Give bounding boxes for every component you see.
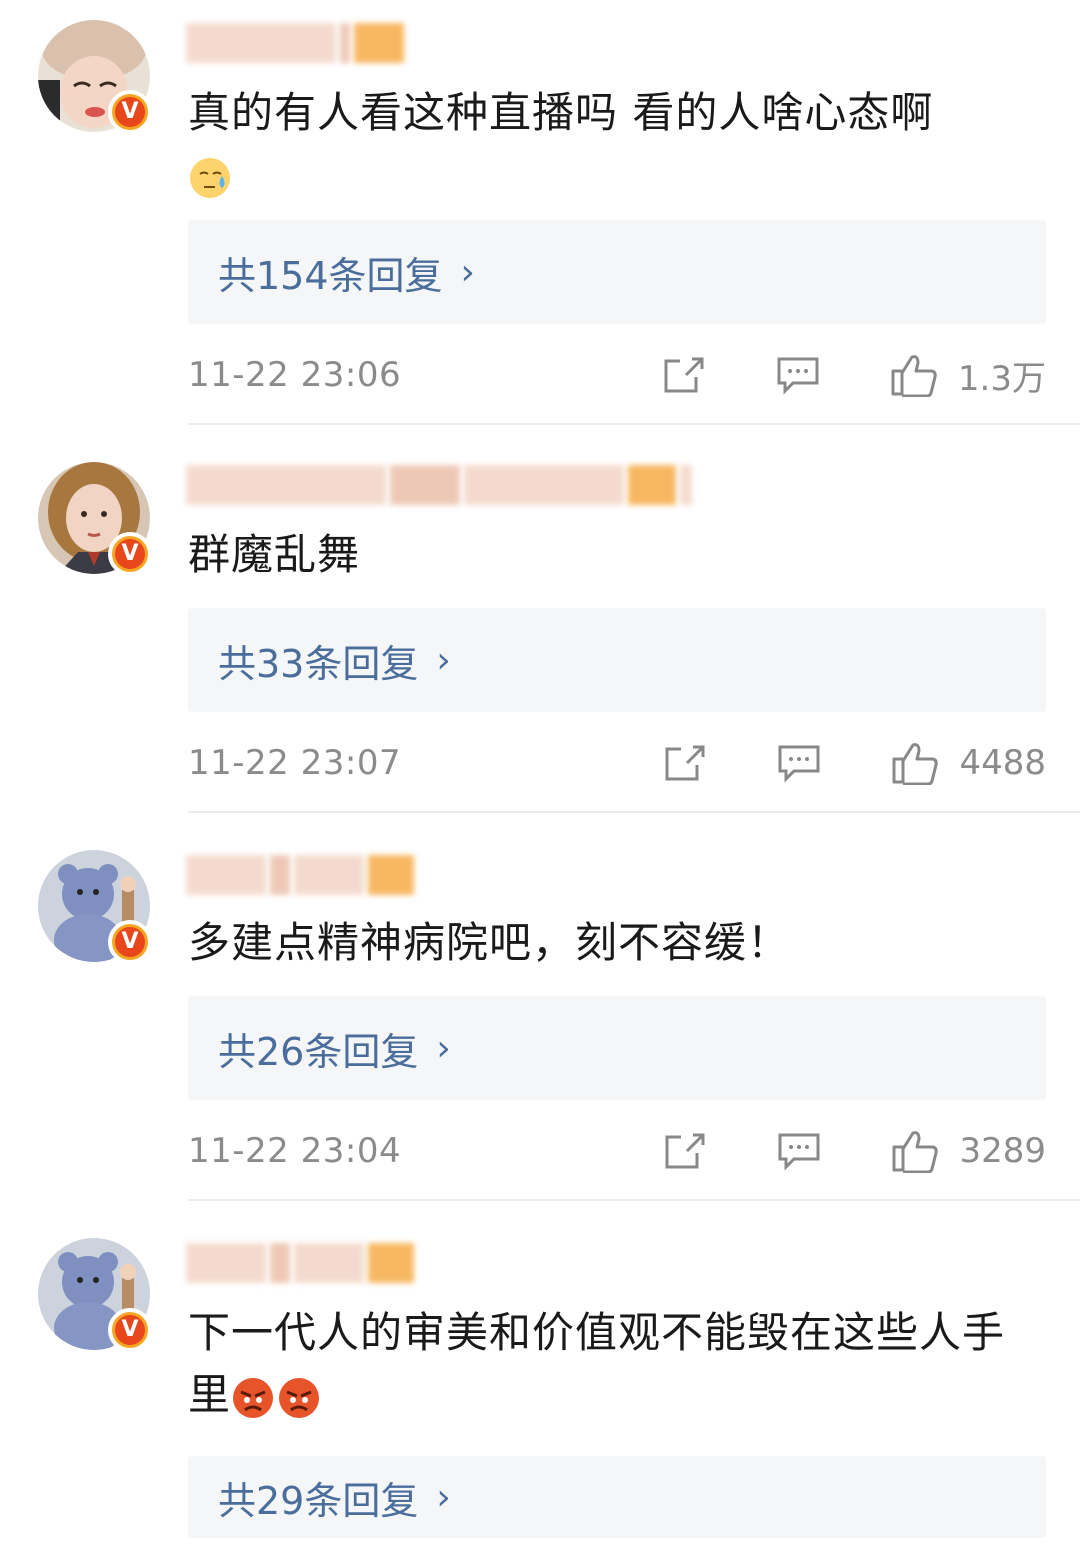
like-count: 3289 bbox=[959, 1131, 1046, 1171]
action-bar: 4488 bbox=[663, 733, 1046, 793]
like-button[interactable]: 1.3万 bbox=[890, 351, 1046, 400]
verified-badge-icon: V bbox=[108, 532, 152, 576]
username-blurred[interactable] bbox=[186, 462, 692, 508]
comment-meta: 11-22 23:07 4488 bbox=[188, 733, 1046, 793]
verified-badge-icon: V bbox=[108, 90, 152, 134]
like-button[interactable]: 4488 bbox=[891, 741, 1046, 785]
verified-badge-icon: V bbox=[108, 1308, 152, 1352]
comment-icon bbox=[777, 357, 819, 395]
share-icon bbox=[664, 357, 704, 393]
comment-button[interactable] bbox=[776, 355, 820, 395]
share-icon bbox=[665, 745, 705, 781]
like-count: 1.3万 bbox=[957, 358, 1046, 399]
like-button[interactable]: 3289 bbox=[891, 1129, 1046, 1173]
comment-icon bbox=[778, 1133, 820, 1171]
thumbs-up-icon bbox=[891, 355, 937, 397]
verified-badge-icon: V bbox=[108, 920, 152, 964]
share-button[interactable] bbox=[662, 355, 706, 395]
angry-emoji-icon bbox=[233, 1377, 274, 1418]
divider bbox=[188, 1199, 1080, 1201]
comment-text: 群魔乱舞 bbox=[188, 530, 361, 579]
comment-meta: 11-22 23:06 1.3万 bbox=[188, 345, 1046, 405]
action-bar: 3289 bbox=[663, 1121, 1046, 1181]
angry-emoji-icon bbox=[279, 1377, 320, 1418]
comment-button[interactable] bbox=[777, 1131, 821, 1171]
share-button[interactable] bbox=[663, 743, 707, 783]
username-blurred[interactable] bbox=[186, 1240, 414, 1286]
comment-text: 下一代人的审美和价值观不能毁在这些人手里 bbox=[188, 1308, 1006, 1419]
divider bbox=[188, 811, 1080, 813]
view-replies-button[interactable]: 共154条回复 › bbox=[188, 220, 1046, 324]
view-replies-button[interactable]: 共29条回复 › bbox=[188, 1456, 1046, 1538]
chevron-right-icon: › bbox=[436, 1476, 451, 1518]
view-replies-button[interactable]: 共26条回复 › bbox=[188, 996, 1046, 1100]
like-count: 4488 bbox=[959, 743, 1046, 783]
timestamp: 11-22 23:06 bbox=[188, 355, 402, 395]
chevron-right-icon: › bbox=[460, 251, 475, 293]
sweat-emoji-icon bbox=[190, 157, 230, 198]
timestamp: 11-22 23:07 bbox=[188, 743, 402, 783]
chevron-right-icon: › bbox=[436, 1027, 451, 1069]
comment-text: 多建点精神病院吧，刻不容缓！ bbox=[188, 918, 791, 967]
comment-text: 真的有人看这种直播吗 看的人啥心态啊 bbox=[188, 82, 1028, 206]
chevron-right-icon: › bbox=[436, 639, 451, 681]
thumbs-up-icon bbox=[892, 743, 939, 785]
username-blurred[interactable] bbox=[186, 852, 414, 898]
share-button[interactable] bbox=[663, 1131, 707, 1171]
comment-icon bbox=[778, 745, 820, 783]
share-icon bbox=[665, 1133, 705, 1169]
comment-button[interactable] bbox=[777, 743, 821, 783]
divider bbox=[188, 423, 1080, 425]
view-replies-button[interactable]: 共33条回复 › bbox=[188, 608, 1046, 712]
thumbs-up-icon bbox=[892, 1131, 939, 1173]
action-bar: 1.3万 bbox=[662, 345, 1046, 405]
comment-meta: 11-22 23:04 3289 bbox=[188, 1121, 1046, 1181]
username-blurred[interactable] bbox=[186, 20, 404, 66]
timestamp: 11-22 23:04 bbox=[188, 1131, 402, 1171]
